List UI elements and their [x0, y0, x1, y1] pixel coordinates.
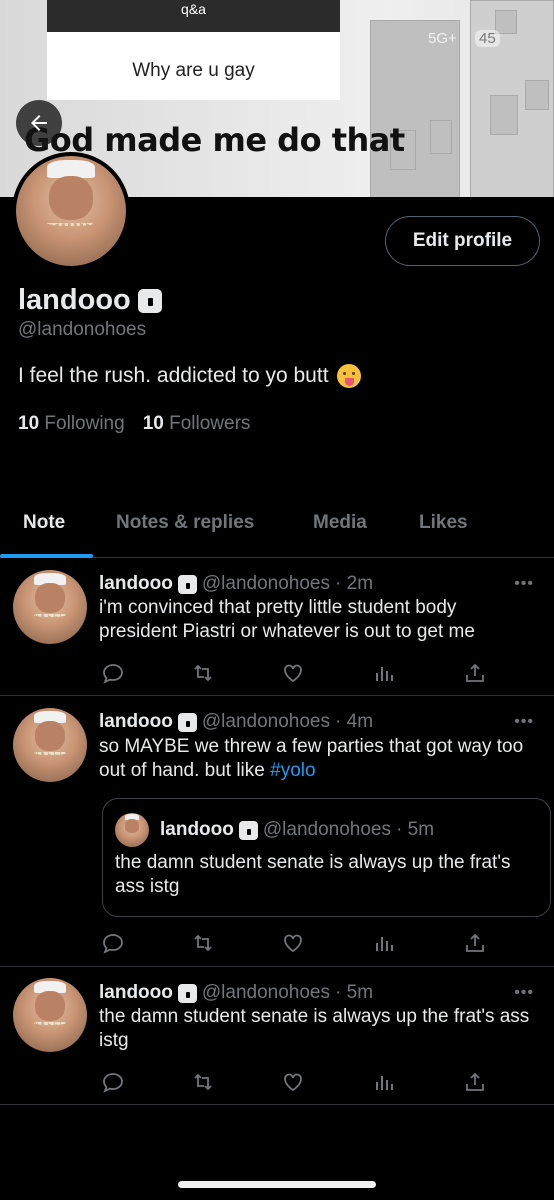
tongue-emoji-icon	[336, 364, 361, 388]
profile-handle: @landonohoes	[18, 319, 147, 340]
avatar-chain	[33, 613, 67, 618]
back-button[interactable]	[16, 100, 62, 146]
post-avatar[interactable]	[13, 978, 87, 1052]
avatar-face	[49, 175, 93, 220]
banner-window	[490, 95, 518, 135]
tab-notes-replies[interactable]: Notes & replies	[116, 512, 254, 534]
avatar-face	[35, 721, 65, 751]
status-time: 9:01	[60, 30, 90, 47]
avatar-chain	[46, 220, 96, 227]
banner-window	[430, 120, 452, 154]
qa-question: Why are u gay	[132, 60, 255, 81]
tab-likes[interactable]: Likes	[419, 512, 468, 534]
lock-icon	[177, 983, 197, 1003]
quoted-author-name: landooo	[160, 819, 234, 840]
post-time: · 5m	[335, 982, 374, 1003]
qa-label: q&a	[47, 0, 340, 32]
views-icon[interactable]	[372, 931, 396, 955]
avatar-chain	[33, 751, 67, 756]
post-header: landooo @landonohoes · 5m	[99, 982, 373, 1004]
home-indicator[interactable]	[178, 1181, 376, 1188]
avatar-face	[35, 991, 65, 1021]
banner-window	[495, 10, 517, 34]
lock-icon	[177, 574, 197, 594]
follow-stats: 10 Following 10 Followers	[18, 413, 250, 435]
quoted-post-header: landooo @landonohoes · 5m	[160, 819, 434, 841]
lock-icon	[238, 820, 258, 840]
status-battery: 45	[475, 30, 500, 47]
like-icon[interactable]	[281, 931, 305, 955]
post-actions	[99, 661, 499, 685]
reply-icon[interactable]	[101, 661, 125, 685]
post-item[interactable]: landooo @landonohoes · 2m ••• i'm convin…	[0, 559, 554, 696]
quoted-post-avatar	[115, 813, 149, 847]
display-name-text: landooo	[18, 284, 131, 316]
quoted-post-text: the damn student senate is always up the…	[115, 852, 511, 897]
profile-display-name: landooo	[18, 284, 162, 317]
post-text: i'm convinced that pretty little student…	[99, 597, 475, 642]
following-link[interactable]: 10 Following	[18, 413, 125, 435]
followers-count: 10	[142, 413, 164, 434]
followers-label: Followers	[169, 413, 251, 434]
lock-icon	[137, 288, 162, 313]
post-time: · 2m	[335, 573, 374, 594]
post-author-handle: @landonohoes	[201, 711, 331, 732]
post-avatar[interactable]	[13, 708, 87, 782]
post-author-name[interactable]: landooo	[99, 711, 173, 733]
post-author-name[interactable]: landooo	[99, 573, 173, 595]
edit-profile-button[interactable]: Edit profile	[385, 216, 540, 266]
post-header: landooo @landonohoes · 4m	[99, 711, 373, 733]
more-options-icon[interactable]: •••	[514, 575, 534, 593]
hashtag-link[interactable]: #yolo	[270, 760, 315, 781]
like-icon[interactable]	[281, 1070, 305, 1094]
share-icon[interactable]	[463, 1070, 487, 1094]
lock-icon	[177, 712, 197, 732]
profile-tabs: Note Notes & replies Media Likes	[0, 492, 554, 558]
following-label: Following	[44, 413, 125, 434]
reply-icon[interactable]	[101, 1070, 125, 1094]
status-network: 5G+	[428, 30, 457, 47]
following-count: 10	[18, 413, 40, 434]
post-author-handle: @landonohoes	[201, 573, 331, 594]
avatar-face	[125, 819, 139, 833]
avatar-chain	[33, 1021, 67, 1026]
post-author-handle: @landonohoes	[201, 982, 331, 1003]
qa-card: q&a Why are u gay	[47, 0, 340, 100]
post-author-name[interactable]: landooo	[99, 982, 173, 1004]
reply-icon[interactable]	[101, 931, 125, 955]
quoted-post-time: · 5m	[396, 819, 435, 840]
banner-window	[525, 80, 549, 110]
share-icon[interactable]	[463, 931, 487, 955]
post-actions	[99, 931, 499, 955]
arrow-left-icon	[31, 115, 47, 131]
post-header: landooo @landonohoes · 2m	[99, 573, 373, 595]
views-icon[interactable]	[372, 1070, 396, 1094]
more-options-icon[interactable]: •••	[514, 713, 534, 731]
avatar-face	[35, 583, 65, 613]
more-options-icon[interactable]: •••	[514, 984, 534, 1002]
tab-note[interactable]: Note	[23, 512, 65, 534]
quoted-author-handle: @landonohoes	[262, 819, 392, 840]
post-avatar[interactable]	[13, 570, 87, 644]
repost-icon[interactable]	[191, 931, 215, 955]
like-icon[interactable]	[281, 661, 305, 685]
views-icon[interactable]	[372, 661, 396, 685]
profile-avatar[interactable]	[12, 152, 130, 270]
followers-link[interactable]: 10 Followers	[143, 413, 251, 435]
active-tab-indicator	[0, 554, 93, 558]
post-time: · 4m	[335, 711, 374, 732]
repost-icon[interactable]	[191, 661, 215, 685]
post-text: the damn student senate is always up the…	[99, 1006, 530, 1051]
tab-media[interactable]: Media	[313, 512, 367, 534]
post-item[interactable]: landooo @landonohoes · 5m ••• the damn s…	[0, 968, 554, 1105]
post-actions	[99, 1070, 499, 1094]
repost-icon[interactable]	[191, 1070, 215, 1094]
share-icon[interactable]	[463, 661, 487, 685]
quoted-post[interactable]: landooo @landonohoes · 5m the damn stude…	[102, 798, 551, 917]
bio-text: I feel the rush. addicted to yo butt	[18, 364, 329, 387]
profile-bio: I feel the rush. addicted to yo butt	[18, 364, 361, 388]
post-text: so MAYBE we threw a few parties that got…	[99, 735, 539, 783]
